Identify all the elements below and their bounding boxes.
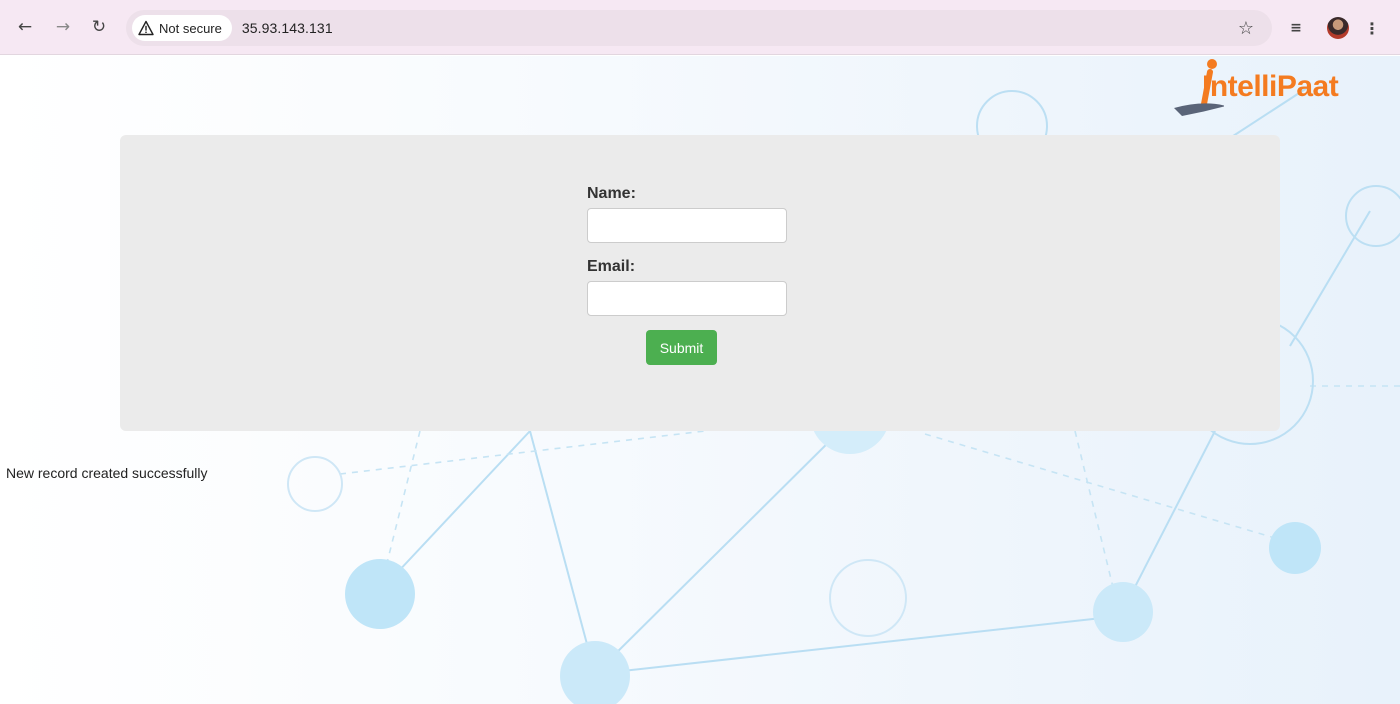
forward-arrow-icon[interactable]: → bbox=[52, 16, 74, 38]
menu-kebab-icon[interactable]: ⋮ bbox=[1360, 16, 1384, 40]
security-indicator[interactable]: Not secure bbox=[132, 15, 232, 41]
submit-button[interactable]: Submit bbox=[646, 330, 717, 365]
reload-icon[interactable]: ↻ bbox=[88, 16, 110, 38]
bookmark-star-icon[interactable]: ☆ bbox=[1238, 18, 1254, 39]
intellipaat-logo[interactable]: IntelliPaat bbox=[1164, 56, 1384, 122]
back-arrow-icon[interactable]: ← bbox=[14, 16, 36, 38]
address-bar[interactable]: Not secure 35.93.143.131 ☆ bbox=[126, 10, 1272, 46]
name-label: Name: bbox=[587, 185, 636, 202]
url-text[interactable]: 35.93.143.131 bbox=[242, 20, 333, 36]
page-content: IntelliPaat Name: Email: Submit New reco… bbox=[0, 56, 1400, 704]
name-input[interactable] bbox=[587, 208, 787, 243]
logo-wordmark: IntelliPaat bbox=[1202, 70, 1339, 103]
security-label: Not secure bbox=[159, 20, 222, 36]
reading-list-icon[interactable]: ≡ bbox=[1284, 16, 1308, 40]
status-message: New record created successfully bbox=[6, 465, 208, 481]
browser-toolbar: ← → ↻ Not secure 35.93.143.131 ☆ ≡ ⋮ bbox=[0, 0, 1400, 55]
email-label: Email: bbox=[587, 258, 636, 275]
warning-triangle-icon bbox=[138, 20, 154, 36]
email-input[interactable] bbox=[587, 281, 787, 316]
avatar bbox=[1327, 17, 1349, 39]
form-panel: Name: Email: Submit bbox=[120, 135, 1280, 431]
profile-avatar[interactable] bbox=[1326, 16, 1350, 40]
